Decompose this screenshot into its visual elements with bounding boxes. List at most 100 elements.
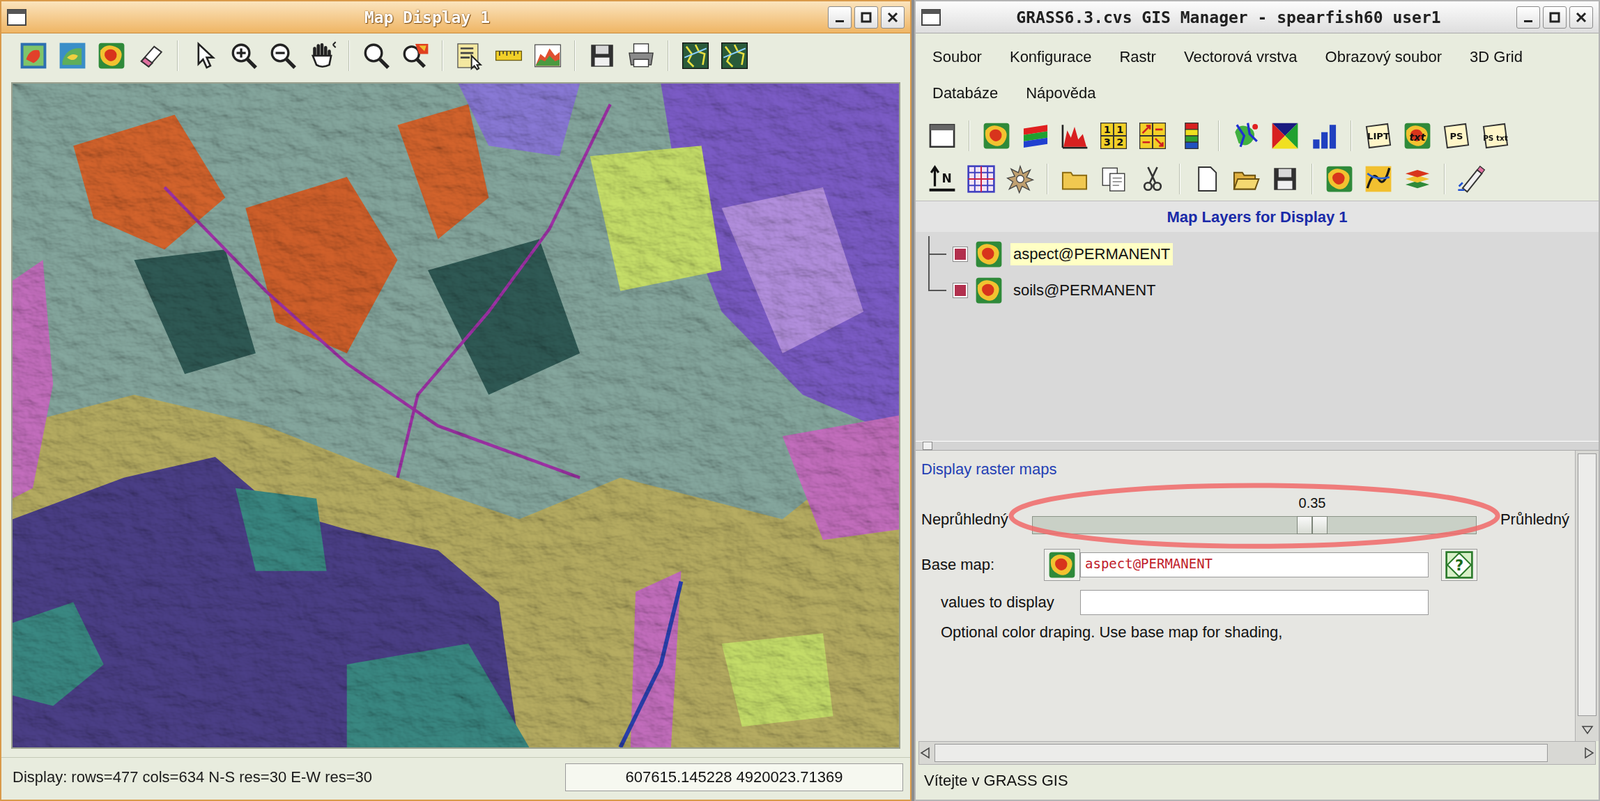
open-icon (1231, 164, 1261, 194)
layer-row[interactable]: soils@PERMANENT (928, 272, 1599, 309)
tool-group (583, 37, 660, 74)
layer-checkbox[interactable] (953, 283, 968, 298)
vector-icon (1231, 121, 1261, 151)
tool-button[interactable] (1266, 117, 1304, 155)
svg-text:1: 1 (1116, 124, 1124, 136)
tool-button[interactable] (963, 160, 1000, 198)
tool-button[interactable] (1360, 160, 1397, 198)
opacity-slider[interactable]: 0.35 (1011, 485, 1498, 545)
tool-button[interactable] (677, 37, 714, 74)
window-title: GRASS6.3.cvs GIS Manager - spearfish60 u… (947, 8, 1510, 27)
tool-button[interactable] (978, 117, 1015, 155)
tool-button[interactable]: N (924, 160, 961, 198)
menu-item[interactable]: Rastr (1114, 45, 1161, 69)
menu-item[interactable]: Vectorová vrstva (1179, 45, 1302, 69)
minimize-button[interactable] (1516, 6, 1541, 29)
tool-button[interactable] (1453, 160, 1490, 198)
help-button[interactable]: ? (1441, 549, 1478, 582)
tool-button[interactable] (583, 37, 621, 74)
tool-button[interactable] (1321, 160, 1358, 198)
svg-text:N: N (941, 171, 952, 186)
tool-button[interactable] (54, 37, 91, 74)
maximize-icon (1548, 11, 1561, 24)
values-field[interactable] (1080, 590, 1429, 616)
map-canvas[interactable] (12, 83, 899, 748)
menu-item[interactable]: Databáze (928, 81, 1003, 106)
tool-button[interactable]: PS txt (1477, 117, 1514, 155)
menu-item[interactable]: Obrazový soubor (1321, 45, 1447, 69)
tool-button[interactable] (1017, 117, 1054, 155)
window-menu-icon[interactable] (6, 9, 27, 26)
tool-button[interactable]: LIPT (1360, 117, 1397, 155)
tool-button[interactable] (1134, 160, 1171, 198)
tool-button[interactable] (716, 37, 753, 74)
tool-button[interactable] (1095, 160, 1132, 198)
pan-icon (307, 41, 337, 71)
tool-button[interactable] (15, 37, 52, 74)
menu-item[interactable]: Konfigurace (1005, 45, 1096, 69)
title-bar[interactable]: Map Display 1 (1, 1, 911, 34)
tool-button[interactable]: 1132 (1095, 117, 1132, 155)
tool-button[interactable] (1305, 117, 1343, 155)
tool-button[interactable] (186, 37, 223, 74)
toolbar-separator (1350, 120, 1352, 152)
window-menu-icon[interactable] (921, 9, 941, 26)
tool-button[interactable] (622, 37, 660, 74)
tool-button[interactable]: PS (1438, 117, 1475, 155)
tool-button[interactable] (1188, 160, 1226, 198)
svg-text:LIPT: LIPT (1367, 131, 1390, 142)
tool-button[interactable] (1173, 117, 1210, 155)
tool-button[interactable] (1266, 160, 1304, 198)
tool-button[interactable] (529, 37, 566, 74)
close-button[interactable] (1569, 6, 1594, 29)
tool-button[interactable] (490, 37, 527, 74)
tool-button[interactable] (358, 37, 395, 74)
menu-item[interactable]: Nápověda (1021, 81, 1100, 106)
scroll-left-button[interactable] (919, 742, 932, 765)
raster-text-icon: txt (1402, 121, 1433, 151)
tree-branch (928, 236, 947, 273)
tool-button[interactable] (1227, 160, 1265, 198)
slider-thumb[interactable] (1296, 516, 1328, 535)
menu-item[interactable]: Soubor (928, 45, 987, 69)
tool-button[interactable] (264, 37, 302, 74)
tool-button[interactable] (303, 37, 341, 74)
menu-item[interactable]: 3D Grid (1465, 45, 1527, 69)
tool-button[interactable] (1056, 117, 1093, 155)
pane-sash[interactable] (915, 441, 1599, 451)
vertical-scrollbar[interactable] (1574, 450, 1599, 742)
tool-button[interactable] (1227, 117, 1265, 155)
tool-button[interactable] (1002, 160, 1039, 198)
close-button[interactable] (880, 6, 905, 29)
status-text: Display: rows=477 cols=634 N-S res=30 E-… (12, 768, 555, 787)
maximize-button[interactable] (1542, 6, 1567, 29)
tool-button[interactable] (1399, 160, 1436, 198)
raster-icon (96, 41, 127, 71)
tool-button[interactable] (132, 37, 169, 74)
title-bar[interactable]: GRASS6.3.cvs GIS Manager - spearfish60 u… (915, 1, 1599, 34)
opacity-row: Neprůhledný0.35Průhledný (921, 485, 1570, 545)
scroll-thumb[interactable] (934, 744, 1548, 763)
menu-row: Soubor Konfigurace Rastr Vectorová vrstva Ob… (928, 39, 1589, 76)
tool-button[interactable] (1134, 117, 1171, 155)
scroll-right-button[interactable] (1582, 742, 1596, 765)
tool-button[interactable]: txt (1399, 117, 1436, 155)
tool-button[interactable] (451, 37, 488, 74)
slider-track[interactable] (1032, 516, 1477, 535)
layer-checkbox[interactable] (953, 247, 968, 262)
scroll-down-button[interactable] (1575, 719, 1599, 742)
select-map-button[interactable] (1043, 549, 1081, 582)
desktop: Map Display 1 Display: rows=477 cols=634 … (0, 0, 1600, 801)
tool-button[interactable] (93, 37, 130, 74)
horizontal-scrollbar[interactable] (918, 741, 1596, 766)
layer-row[interactable]: aspect@PERMANENT (928, 236, 1599, 273)
tool-button[interactable] (397, 37, 434, 74)
scroll-thumb[interactable] (1577, 453, 1597, 717)
tool-button[interactable] (924, 117, 961, 155)
maximize-button[interactable] (854, 6, 879, 29)
minimize-button[interactable] (827, 6, 852, 29)
sash-grip[interactable] (922, 441, 933, 451)
tool-button[interactable] (1056, 160, 1093, 198)
base-map-field[interactable]: aspect@PERMANENT (1080, 552, 1429, 578)
tool-button[interactable] (225, 37, 263, 74)
